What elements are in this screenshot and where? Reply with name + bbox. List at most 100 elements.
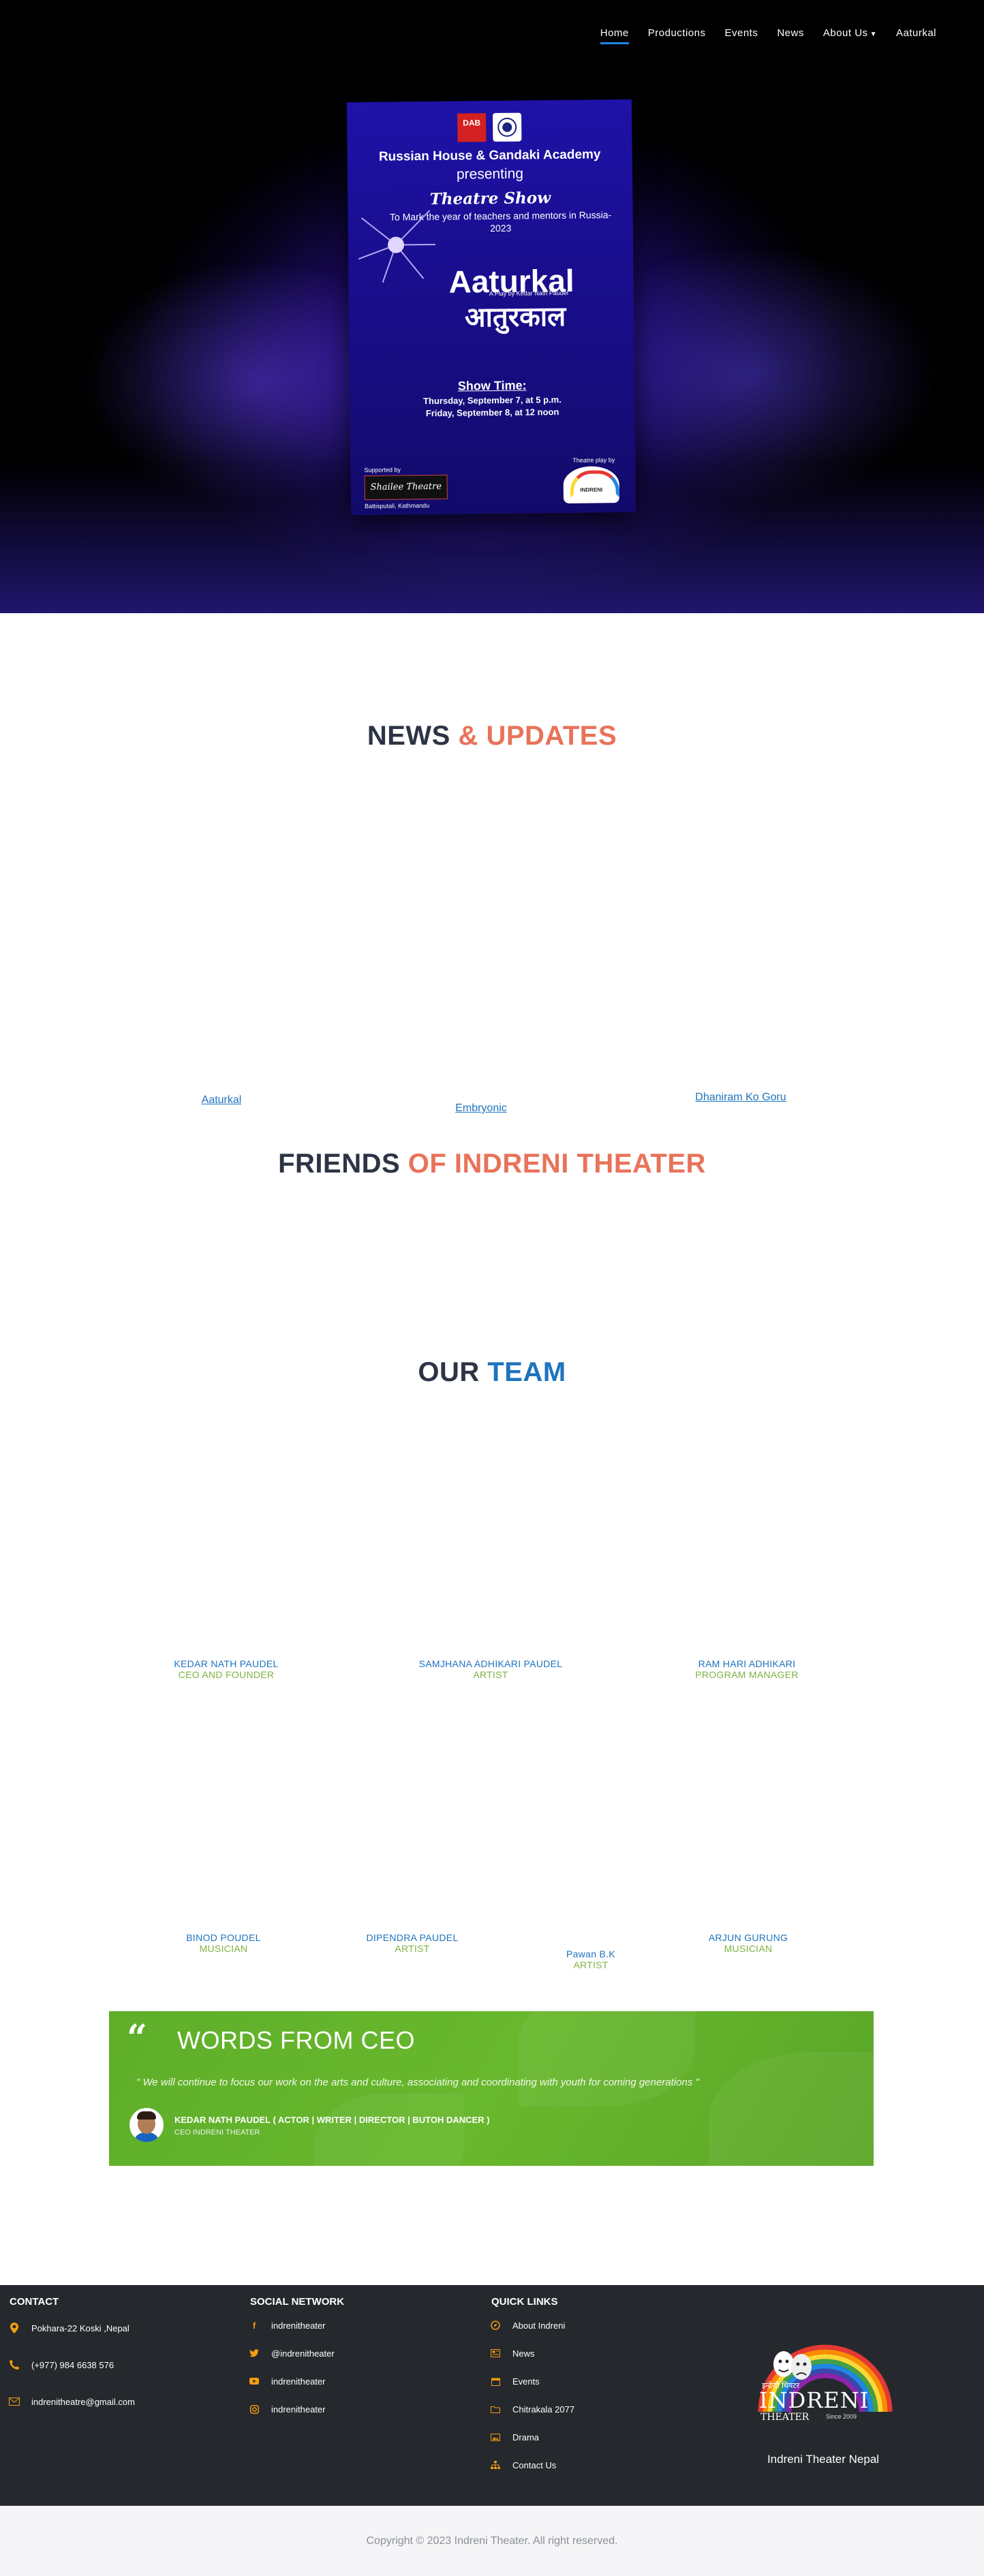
friends-section-title: FRIENDS OF INDRENI THEATER xyxy=(0,1149,984,1179)
leaf-decoration xyxy=(313,2093,463,2166)
footer-email-text: indrenitheatre@gmail.com xyxy=(31,2396,135,2407)
team-section-title: OUR TEAM xyxy=(0,1357,984,1388)
team-member-name: SAMJHANA ADHIKARI PAUDEL xyxy=(418,1658,563,1669)
team-member-name: ARJUN GURUNG xyxy=(708,1932,788,1943)
caret-down-icon: ▼ xyxy=(870,31,877,38)
nav-about-us[interactable]: About Us ▼ xyxy=(823,27,877,39)
leaf-decoration xyxy=(709,2052,874,2166)
quick-link-about-indreni[interactable]: About Indreni xyxy=(489,2319,565,2331)
newspaper-icon xyxy=(489,2347,502,2359)
quick-link-label: Events xyxy=(512,2376,540,2387)
folder-icon xyxy=(489,2403,502,2415)
team-member-name: DIPENDRA PAUDEL xyxy=(366,1932,459,1943)
news-title-accent: & UPDATES xyxy=(450,721,617,751)
footer-social-heading: SOCIAL NETWORK xyxy=(250,2296,345,2308)
facebook-icon: f xyxy=(252,2320,256,2331)
footer-twitter-text: @indrenitheater xyxy=(271,2348,335,2359)
twitter-icon xyxy=(248,2347,260,2359)
map-marker-icon xyxy=(8,2322,20,2334)
footer-email[interactable]: indrenitheatre@gmail.com xyxy=(8,2395,135,2408)
friends-title-accent: OF INDRENI THEATER xyxy=(400,1149,706,1179)
brand-big-text: INDRENI xyxy=(759,2387,870,2413)
site-footer: CONTACT Pokhara-22 Koski ,Nepal (+977) 9… xyxy=(0,2285,984,2506)
news-item-aaturkal[interactable]: Aaturkal xyxy=(140,1094,303,1106)
team-title-dark: OUR xyxy=(418,1357,480,1387)
avatar-shirt xyxy=(134,2132,159,2142)
nav-productions[interactable]: Productions xyxy=(648,27,706,39)
youtube-icon xyxy=(248,2375,260,2387)
poster-logos: DAB xyxy=(347,112,632,143)
hero-banner: Home Productions Events News About Us ▼ A… xyxy=(0,0,984,613)
team-member-role: CEO AND FOUNDER xyxy=(178,1669,275,1680)
team-member-name: KEDAR NATH PAUDEL xyxy=(174,1658,279,1669)
footer-youtube-text: indrenitheater xyxy=(271,2376,326,2387)
avatar-hair xyxy=(137,2111,156,2120)
team-member-name: RAM HARI ADHIKARI xyxy=(698,1658,796,1669)
instagram-icon xyxy=(248,2403,260,2415)
news-item-dhaniram-ko-goru[interactable]: Dhaniram Ko Goru xyxy=(659,1091,822,1104)
team-member-role: ARTIST xyxy=(573,1959,609,1970)
quick-link-label: News xyxy=(512,2348,535,2359)
ceo-name: KEDAR NATH PAUDEL ( ACTOR | WRITER | DIR… xyxy=(174,2115,490,2125)
nav-aaturkal[interactable]: Aaturkal xyxy=(896,27,936,39)
quick-link-news[interactable]: News xyxy=(489,2347,535,2359)
quick-link-label: Chitrakala 2077 xyxy=(512,2404,575,2415)
footer-instagram-link[interactable]: indrenitheater xyxy=(248,2403,326,2415)
nav-about-us-label: About Us xyxy=(822,27,868,39)
footer-address-text: Pokhara-22 Koski ,Nepal xyxy=(31,2323,129,2333)
main-nav: Home Productions Events News About Us ▼ A… xyxy=(600,27,936,44)
quick-link-events[interactable]: Events xyxy=(489,2375,540,2387)
poster-presenting: presenting xyxy=(456,166,524,183)
quick-link-drama[interactable]: Drama xyxy=(489,2431,539,2443)
gandaki-academy-logo xyxy=(493,112,522,142)
team-member-role: ARTIST xyxy=(395,1943,430,1954)
poster-play-by: Theatre play by xyxy=(572,456,615,464)
footer-twitter-link[interactable]: @indrenitheater xyxy=(248,2347,335,2359)
page: Home Productions Events News About Us ▼ A… xyxy=(0,0,984,2576)
image-icon xyxy=(489,2431,502,2443)
copyright-bar: Copyright © 2023 Indreni Theater. All ri… xyxy=(0,2506,984,2576)
team-title-accent: TEAM xyxy=(479,1357,566,1387)
team-member-role: PROGRAM MANAGER xyxy=(695,1669,799,1680)
russian-house-logo: DAB xyxy=(457,113,487,142)
nav-news[interactable]: News xyxy=(777,27,804,39)
quick-link-chitrakala[interactable]: Chitrakala 2077 xyxy=(489,2403,574,2415)
team-member-role: ARTIST xyxy=(473,1669,508,1680)
news-item-embryonic[interactable]: Embryonic xyxy=(399,1102,563,1115)
team-member-name: BINOD POUDEL xyxy=(186,1932,261,1943)
nav-home[interactable]: Home xyxy=(600,27,629,44)
news-section-title: NEWS & UPDATES xyxy=(0,721,984,751)
quote-icon: “ xyxy=(127,2017,147,2059)
poster-show-time-heading: Show Time: xyxy=(457,378,527,393)
footer-facebook-text: indrenitheater xyxy=(271,2320,326,2331)
ceo-words-block: “ WORDS FROM CEO " We will continue to f… xyxy=(109,2011,874,2166)
indreni-theater-logo: इन्द्रेणी थियटर INDRENI THEATER Since 20… xyxy=(747,2310,904,2423)
footer-address: Pokhara-22 Koski ,Nepal xyxy=(8,2322,129,2334)
footer-phone[interactable]: (+977) 984 6638 576 xyxy=(8,2359,114,2371)
calendar-icon xyxy=(489,2375,502,2387)
aaturkal-poster: DAB Russian House & Gandaki Academy pres… xyxy=(346,99,636,516)
poster-date-2: Friday, September 8, at 12 noon xyxy=(425,406,559,419)
footer-quick-links-heading: QUICK LINKS xyxy=(491,2296,558,2308)
shailee-theatre-logo: Shailee Theatre xyxy=(364,474,448,500)
footer-youtube-link[interactable]: indrenitheater xyxy=(248,2375,326,2387)
quick-link-label: About Indreni xyxy=(512,2320,566,2331)
ceo-block-title: WORDS FROM CEO xyxy=(177,2026,415,2054)
nav-events[interactable]: Events xyxy=(724,27,758,39)
team-member-role: MUSICIAN xyxy=(724,1943,773,1954)
footer-phone-text: (+977) 984 6638 576 xyxy=(31,2359,114,2370)
news-title-dark: NEWS xyxy=(367,721,450,751)
quick-link-contact-us[interactable]: Contact Us xyxy=(489,2459,556,2471)
quick-link-label: Drama xyxy=(512,2432,540,2442)
poster-date-1: Thursday, September 7, at 5 p.m. xyxy=(422,394,562,407)
brand-small-text: THEATER xyxy=(760,2412,810,2423)
sitemap-icon xyxy=(489,2459,502,2471)
ceo-role: CEO INDRENI THEATER xyxy=(174,2128,260,2137)
compass-icon xyxy=(489,2319,502,2331)
indreni-logo-small: INDRENI xyxy=(563,466,620,503)
footer-brand-name: Indreni Theater Nepal xyxy=(767,2453,880,2466)
footer-instagram-text: indrenitheater xyxy=(271,2404,326,2415)
quick-link-label: Contact Us xyxy=(512,2459,557,2470)
footer-facebook-link[interactable]: f indrenitheater xyxy=(248,2319,326,2331)
brand-since-text: Since 2009 xyxy=(826,2413,857,2420)
